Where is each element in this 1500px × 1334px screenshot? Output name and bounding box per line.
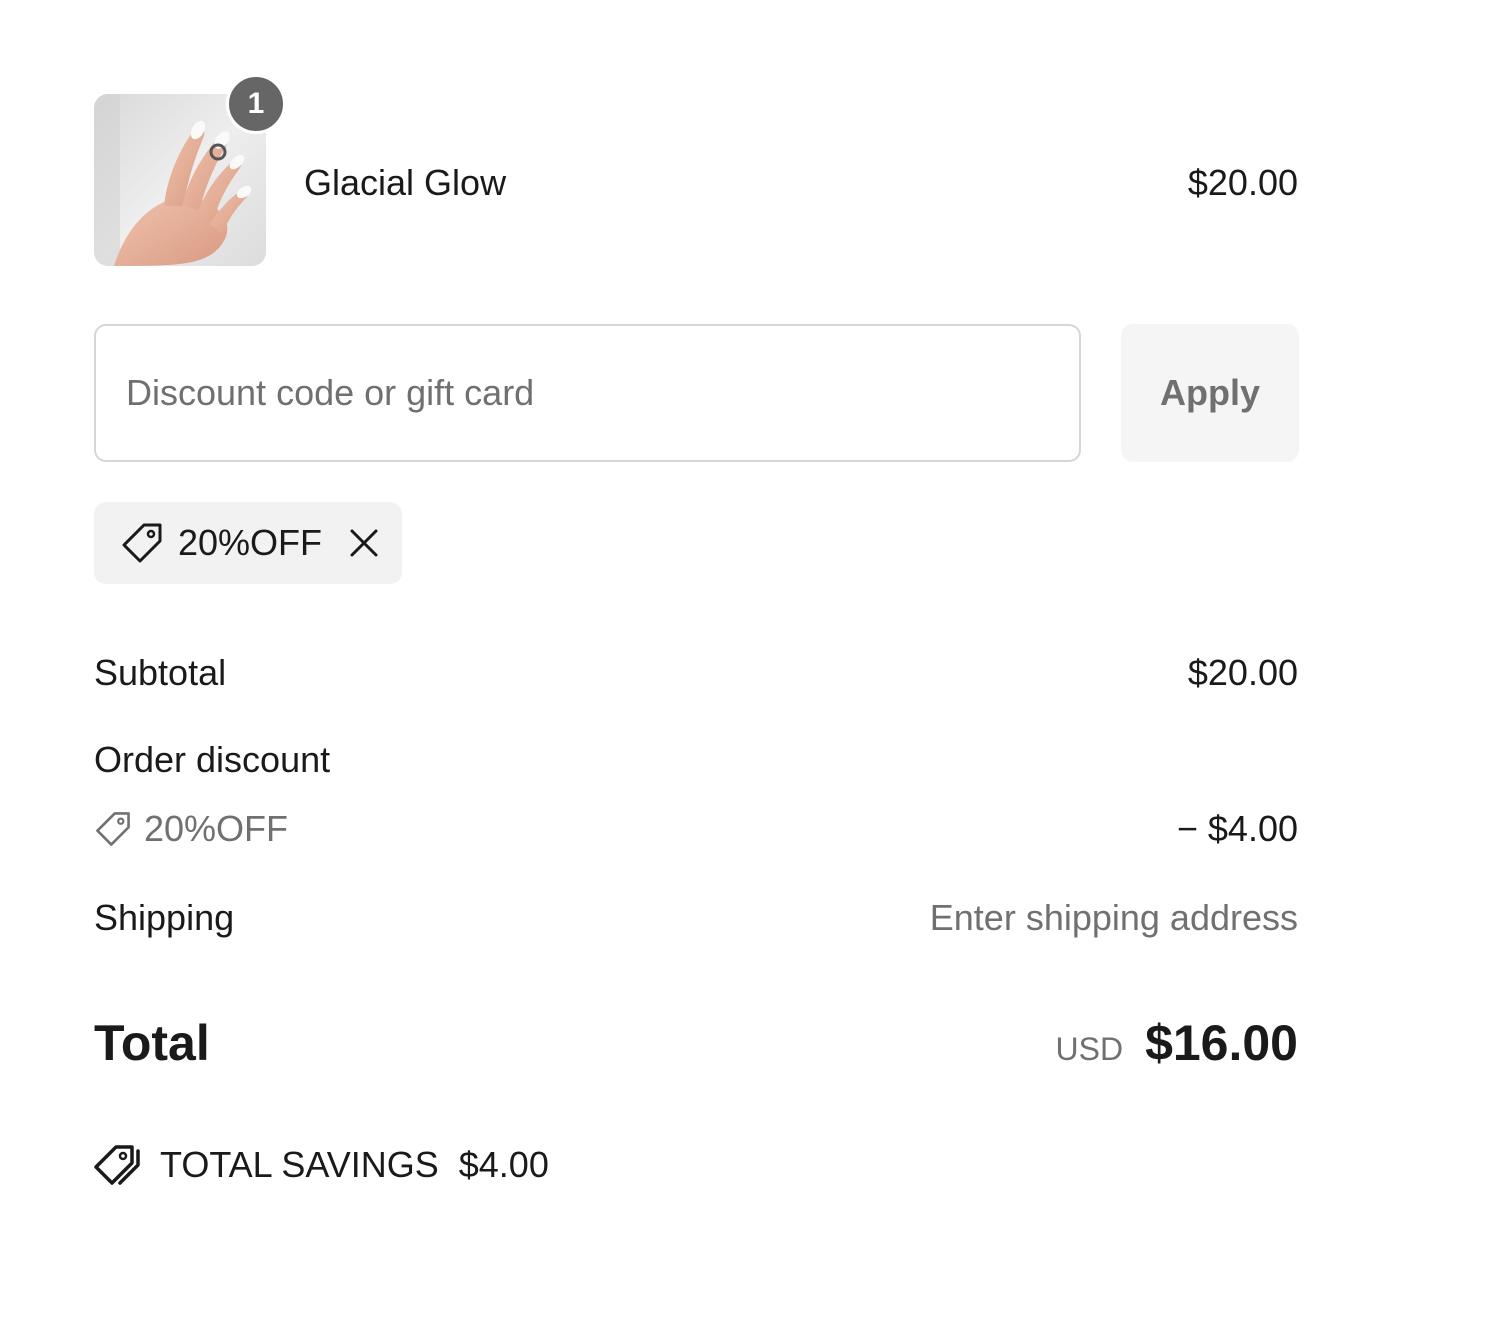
total-savings: TOTAL SAVINGS $4.00	[94, 1142, 549, 1188]
applied-discount-chip: 20%OFF	[94, 502, 402, 584]
total-amount: $16.00	[1145, 1015, 1298, 1071]
order-discount-code-label: 20%OFF	[144, 808, 289, 849]
order-discount-value: − $4.00	[1176, 808, 1298, 849]
order-summary: 1 Glacial Glow $20.00 Apply 20%OFF Subto…	[0, 0, 1500, 1334]
tag-icon	[96, 812, 130, 846]
total-savings-label: TOTAL SAVINGS	[160, 1144, 439, 1185]
order-discount-label: Order discount	[94, 739, 331, 780]
product-price: $20.00	[1187, 162, 1298, 203]
total-label: Total	[94, 1015, 210, 1071]
total-savings-value: $4.00	[458, 1144, 549, 1185]
tags-icon	[94, 1145, 140, 1185]
apply-button[interactable]: Apply	[1121, 324, 1299, 462]
discount-code-input[interactable]	[94, 324, 1081, 462]
quantity-badge: 1	[226, 74, 286, 134]
remove-code-button[interactable]	[346, 525, 382, 561]
subtotal-label: Subtotal	[94, 652, 227, 693]
order-discount-code: 20%OFF	[94, 806, 288, 852]
shipping-value: Enter shipping address	[929, 897, 1298, 938]
subtotal-value: $20.00	[1187, 652, 1298, 693]
product-name: Glacial Glow	[304, 162, 507, 203]
total-currency: USD	[1055, 1031, 1124, 1067]
close-icon[interactable]	[349, 528, 379, 558]
total-value: USD $16.00	[1056, 1012, 1299, 1074]
applied-code-label: 20%OFF	[178, 522, 323, 563]
shipping-label: Shipping	[94, 897, 235, 938]
tag-icon	[122, 523, 162, 563]
